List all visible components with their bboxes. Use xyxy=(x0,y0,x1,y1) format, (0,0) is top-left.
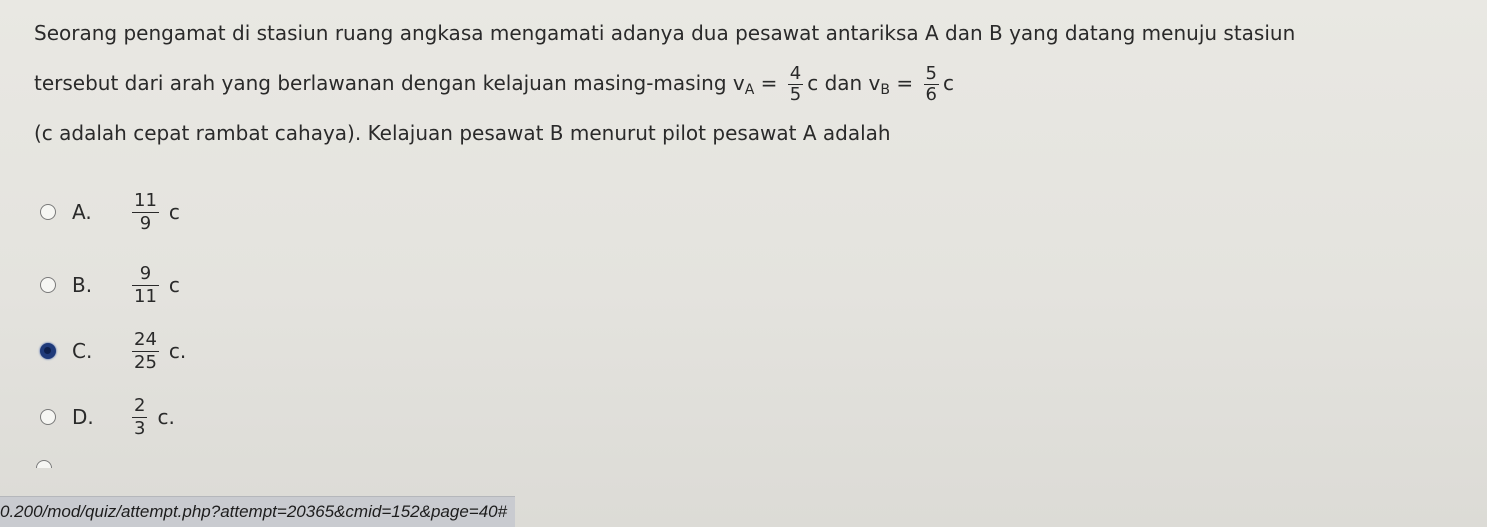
option-a-denominator: 9 xyxy=(139,212,152,234)
option-b-letter: B. xyxy=(72,273,93,297)
option-c-fraction: 24 25 xyxy=(132,329,159,374)
va-denominator: 5 xyxy=(789,84,802,105)
c-unit: c xyxy=(942,71,954,95)
option-a-unit: c xyxy=(168,200,180,224)
option-d-radio[interactable] xyxy=(40,409,56,425)
option-a[interactable]: A. 11 9 c xyxy=(40,184,180,240)
option-d-unit: c. xyxy=(157,405,175,429)
question-line-1: Seorang pengamat di stasiun ruang angkas… xyxy=(34,21,1296,45)
option-c-numerator: 24 xyxy=(132,328,159,352)
option-a-letter: A. xyxy=(72,200,92,224)
option-d-fraction: 2 3 xyxy=(132,394,148,440)
vb-numerator: 5 xyxy=(923,63,939,85)
c-dan-text: c dan v xyxy=(807,71,881,95)
browser-status-bar: 0.200/mod/quiz/attempt.php?attempt=20365… xyxy=(0,496,516,527)
option-a-radio[interactable] xyxy=(40,204,56,220)
option-b[interactable]: B. 9 11 c xyxy=(40,257,180,313)
question-text: Seorang pengamat di stasiun ruang angkas… xyxy=(34,8,1474,158)
option-b-unit: c xyxy=(168,273,180,297)
option-d[interactable]: D. 2 3 c. xyxy=(40,389,175,445)
option-e-radio[interactable] xyxy=(36,460,52,468)
option-c[interactable]: C. 24 25 c. xyxy=(40,323,186,379)
question-line-2: tersebut dari arah yang berlawanan denga… xyxy=(34,58,1474,108)
va-subscript: A xyxy=(744,82,755,98)
option-b-fraction: 9 11 xyxy=(132,263,159,308)
equals-sign-b: = xyxy=(896,71,914,95)
equals-sign-a: = xyxy=(760,71,778,95)
vb-subscript: B xyxy=(880,82,891,98)
option-b-numerator: 9 xyxy=(132,263,159,286)
option-c-letter: C. xyxy=(72,339,93,363)
status-url: 0.200/mod/quiz/attempt.php?attempt=20365… xyxy=(0,502,508,521)
option-c-unit: c. xyxy=(168,339,187,363)
va-numerator: 4 xyxy=(787,63,804,85)
option-a-fraction: 11 9 xyxy=(132,190,159,235)
option-c-denominator: 25 xyxy=(134,351,157,373)
option-b-radio[interactable] xyxy=(40,277,56,293)
question-line-3: (c adalah cepat rambat cahaya). Kelajuan… xyxy=(34,121,891,145)
question-line-2-text: tersebut dari arah yang berlawanan denga… xyxy=(34,71,745,95)
option-a-numerator: 11 xyxy=(132,189,159,213)
vb-denominator: 6 xyxy=(925,84,937,105)
vb-fraction: 5 6 xyxy=(923,63,939,105)
option-b-denominator: 11 xyxy=(134,285,157,307)
option-d-letter: D. xyxy=(72,405,94,429)
option-d-denominator: 3 xyxy=(134,417,146,439)
option-e-partial xyxy=(36,460,68,468)
va-fraction: 4 5 xyxy=(787,63,804,105)
option-d-numerator: 2 xyxy=(132,394,148,418)
option-c-radio[interactable] xyxy=(40,343,56,359)
